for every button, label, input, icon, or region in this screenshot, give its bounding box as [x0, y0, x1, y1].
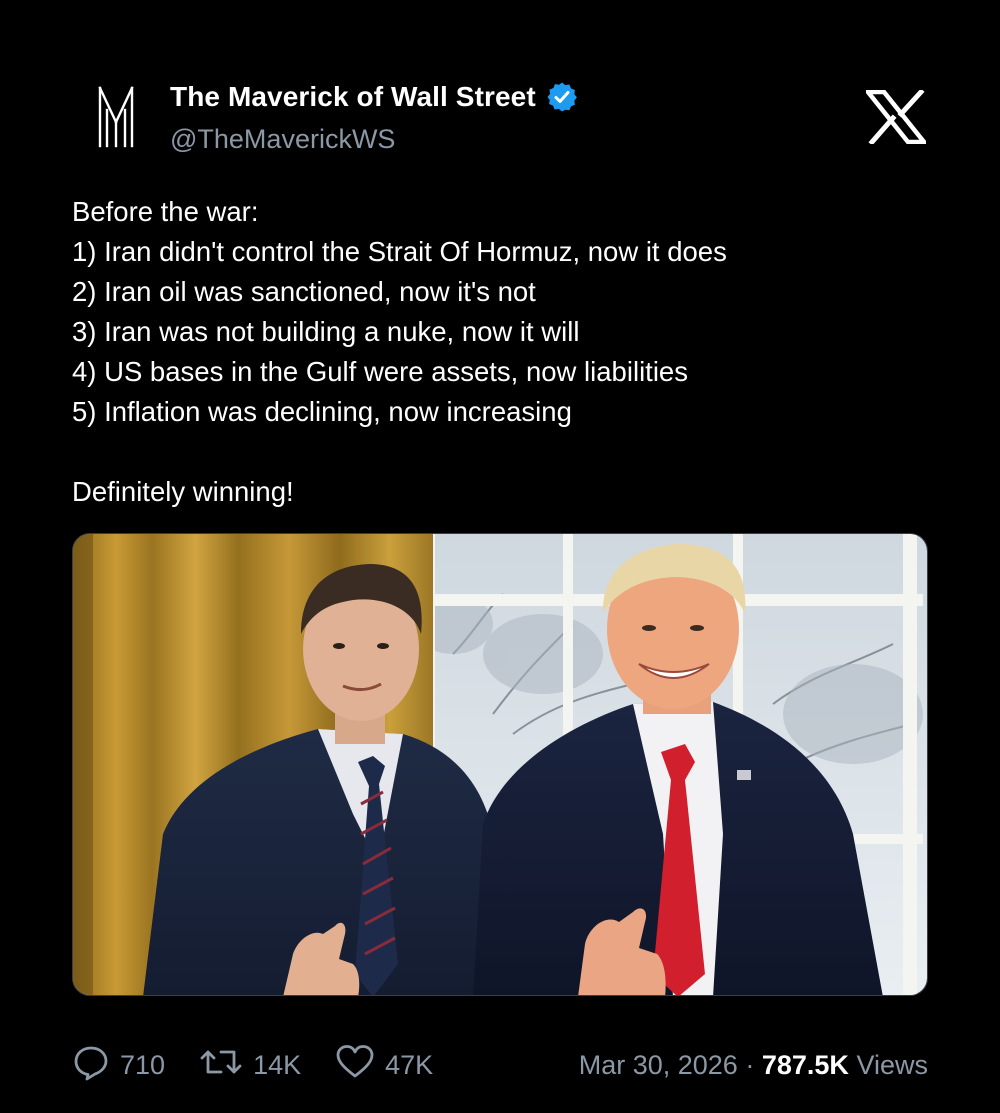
tweet-meta: Mar 30, 2026 · 787.5K Views [579, 1050, 928, 1081]
author-handle[interactable]: @TheMaverickWS [170, 124, 578, 155]
heart-icon[interactable] [335, 1043, 385, 1088]
reply-count: 710 [120, 1049, 166, 1080]
author-block: The Maverick of Wall Street @TheMaverick… [170, 78, 578, 155]
like-count: 47K [385, 1049, 434, 1080]
verified-badge-icon [546, 81, 578, 113]
tweet-card: The Maverick of Wall Street @TheMaverick… [0, 0, 1000, 1113]
repost-metric[interactable]: 14K [199, 1043, 301, 1088]
display-name[interactable]: The Maverick of Wall Street [170, 81, 536, 113]
views-count[interactable]: 787.5K [762, 1050, 849, 1080]
tweet-line: 3) Iran was not building a nuke, now it … [72, 316, 580, 347]
tweet-line: 4) US bases in the Gulf were assets, now… [72, 356, 688, 387]
maverick-m-logo-icon[interactable] [86, 82, 146, 152]
reply-metric[interactable]: 710 [72, 1043, 165, 1088]
x-logo-icon[interactable] [863, 88, 929, 146]
tweet-line: 1) Iran didn't control the Strait Of Hor… [72, 236, 727, 267]
tweet-line: 5) Inflation was declining, now increasi… [72, 396, 572, 427]
repost-count: 14K [253, 1049, 302, 1080]
like-metric[interactable]: 47K [335, 1043, 433, 1088]
tweet-text: Before the war: 1) Iran didn't control t… [72, 192, 932, 512]
tweet-closing-line: Definitely winning! [72, 476, 294, 507]
display-name-row: The Maverick of Wall Street [170, 78, 578, 116]
meta-separator: · [745, 1049, 755, 1080]
tweet-photo[interactable] [72, 533, 928, 996]
tweet-date[interactable]: Mar 30, 2026 [579, 1050, 738, 1080]
reply-bubble-icon[interactable] [72, 1043, 120, 1088]
tweet-line: 2) Iran oil was sanctioned, now it's not [72, 276, 536, 307]
views-label: Views [856, 1049, 928, 1080]
tweet-footer: 710 14K 47K Mar 30, 2026 · 787.5K Views [72, 1040, 928, 1090]
tweet-line: Before the war: [72, 196, 259, 227]
repost-icon[interactable] [199, 1043, 253, 1088]
